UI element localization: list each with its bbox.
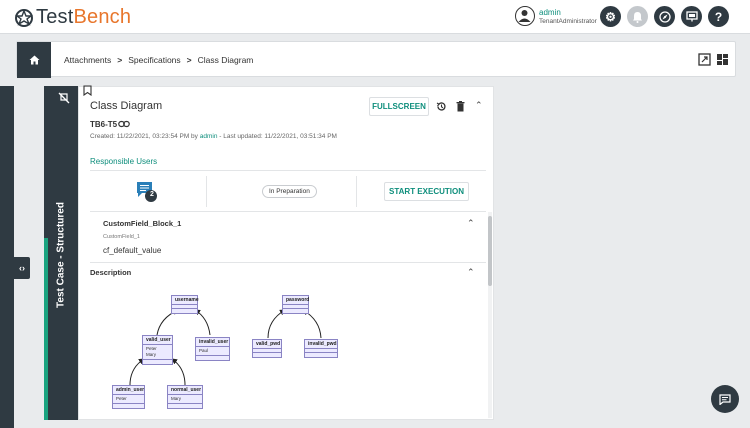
- panel-toggle-button[interactable]: ‹›: [14, 257, 30, 279]
- collapse-chevron-up-icon[interactable]: ⌃: [475, 100, 483, 111]
- help-icon[interactable]: ?: [708, 6, 729, 27]
- chevron-right-icon: >: [117, 55, 123, 65]
- app-logo[interactable]: TestBench: [14, 6, 131, 29]
- expand-window-icon[interactable]: [698, 53, 711, 66]
- scrollbar-thumb[interactable]: [488, 216, 492, 286]
- user-avatar[interactable]: [515, 6, 535, 26]
- top-header: TestBench admin TenantAdministrator ⚙ ?: [0, 0, 750, 34]
- unpin-icon[interactable]: [58, 92, 70, 104]
- created-metadata: Created: 11/22/2021, 03:23:54 PM by admi…: [90, 133, 337, 140]
- breadcrumb-class-diagram[interactable]: Class Diagram: [198, 55, 254, 65]
- divider: [206, 176, 207, 207]
- user-info[interactable]: admin TenantAdministrator: [539, 8, 597, 26]
- comment-count-badge: 2: [150, 191, 154, 198]
- uml-class-invalid-user: invalid_user Paul: [195, 337, 230, 361]
- breadcrumb: Attachments > Specifications > Class Dia…: [64, 55, 253, 65]
- settings-gear-icon[interactable]: ⚙: [600, 6, 621, 27]
- home-button[interactable]: [17, 42, 51, 78]
- uml-class-valid-user: valid_user Peter Mary: [142, 335, 173, 365]
- page-title: Class Diagram: [90, 100, 163, 112]
- test-case-id: TB6-T5: [90, 120, 118, 129]
- link-icon[interactable]: [118, 120, 130, 128]
- uml-class-invalid-pwd: invalid_pwd: [304, 339, 338, 358]
- user-name: admin: [539, 8, 561, 17]
- breadcrumb-attachments[interactable]: Attachments: [64, 55, 111, 65]
- divider: [356, 176, 357, 207]
- chat-bubble-icon: [719, 393, 731, 405]
- dashboard-layout-icon[interactable]: [716, 53, 729, 66]
- custom-field-value: cf_default_value: [103, 246, 162, 255]
- side-tab-accent: [44, 238, 48, 420]
- uml-class-username: username: [171, 295, 199, 314]
- divider: [90, 170, 486, 171]
- collapse-chevron-up-icon[interactable]: ⌃: [467, 267, 475, 278]
- breadcrumb-bar: Attachments > Specifications > Class Dia…: [16, 41, 736, 78]
- left-panel-rail: [0, 86, 14, 428]
- collapse-chevron-up-icon[interactable]: ⌃: [467, 218, 475, 229]
- description-label: Description: [90, 268, 132, 277]
- breadcrumb-specifications[interactable]: Specifications: [128, 55, 180, 65]
- divider: [90, 262, 486, 263]
- uml-class-admin-user: admin_user Peter: [112, 385, 145, 409]
- presentation-icon[interactable]: [681, 6, 702, 27]
- start-execution-button[interactable]: START EXECUTION: [384, 182, 469, 201]
- uml-class-password: password: [282, 295, 309, 314]
- side-tab-label: Test Case - Structured: [55, 202, 67, 308]
- user-role: TenantAdministrator: [539, 18, 597, 25]
- home-icon: [29, 55, 39, 65]
- divider: [90, 211, 486, 212]
- uml-class-valid-pwd: valid_pwd: [252, 339, 282, 358]
- app-name: TestBench: [36, 6, 132, 28]
- chat-button[interactable]: [711, 385, 739, 413]
- person-icon: [518, 10, 531, 22]
- history-icon[interactable]: [436, 101, 447, 112]
- fullscreen-button[interactable]: FULLSCREEN: [369, 97, 429, 116]
- flower-logo-icon: [14, 8, 34, 27]
- created-by-user-link[interactable]: admin: [200, 133, 218, 140]
- status-badge[interactable]: In Preparation: [262, 185, 317, 198]
- notifications-bell-icon[interactable]: [627, 6, 648, 27]
- chevron-right-icon: >: [186, 55, 192, 65]
- compass-icon[interactable]: [654, 6, 675, 27]
- custom-field-block-title: CustomField_Block_1: [103, 219, 182, 228]
- delete-trash-icon[interactable]: [456, 101, 465, 112]
- responsible-users-label[interactable]: Responsible Users: [90, 157, 157, 166]
- uml-class-normal-user: normal_user Mary: [167, 385, 203, 409]
- custom-field-label: CustomField_1: [103, 234, 140, 240]
- bookmark-icon[interactable]: [83, 85, 92, 96]
